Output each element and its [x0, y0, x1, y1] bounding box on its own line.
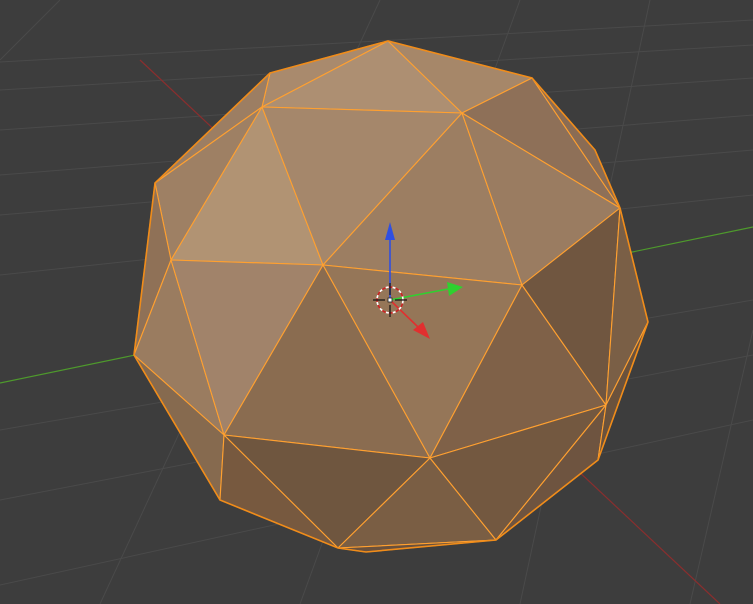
viewport-canvas[interactable]	[0, 0, 753, 604]
icosphere-mesh[interactable]	[133, 40, 649, 553]
3d-viewport[interactable]	[0, 0, 753, 604]
